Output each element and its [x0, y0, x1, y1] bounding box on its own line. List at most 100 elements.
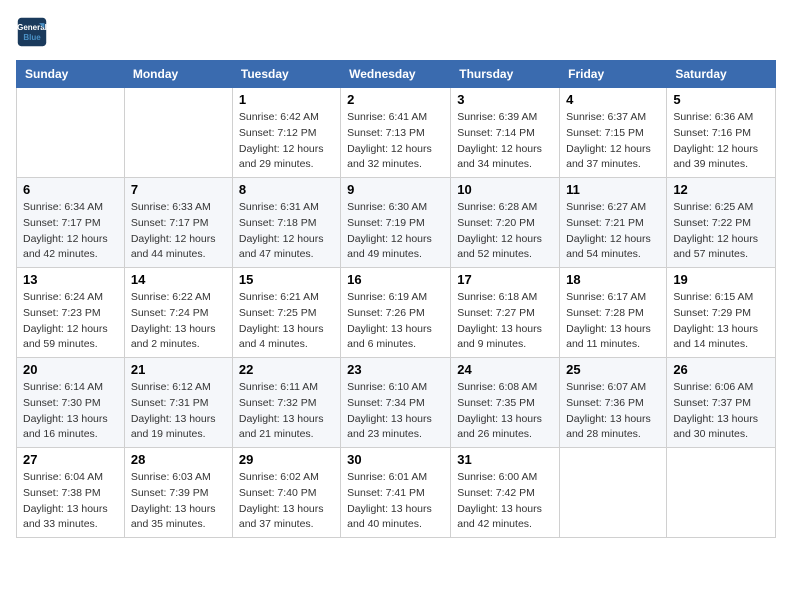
- day-number: 2: [347, 92, 444, 107]
- day-info: Sunrise: 6:02 AMSunset: 7:40 PMDaylight:…: [239, 470, 334, 533]
- day-cell: 31Sunrise: 6:00 AMSunset: 7:42 PMDayligh…: [451, 448, 560, 538]
- daylight-text: Daylight: 12 hours and 47 minutes.: [239, 232, 334, 264]
- day-number: 23: [347, 362, 444, 377]
- day-cell: 1Sunrise: 6:42 AMSunset: 7:12 PMDaylight…: [232, 88, 340, 178]
- daylight-text: Daylight: 12 hours and 52 minutes.: [457, 232, 553, 264]
- sunrise-text: Sunrise: 6:08 AM: [457, 380, 553, 396]
- day-info: Sunrise: 6:15 AMSunset: 7:29 PMDaylight:…: [673, 290, 769, 353]
- sunrise-text: Sunrise: 6:00 AM: [457, 470, 553, 486]
- sunset-text: Sunset: 7:41 PM: [347, 486, 444, 502]
- sunrise-text: Sunrise: 6:37 AM: [566, 110, 660, 126]
- day-cell: [124, 88, 232, 178]
- sunrise-text: Sunrise: 6:22 AM: [131, 290, 226, 306]
- weekday-header-tuesday: Tuesday: [232, 61, 340, 88]
- day-number: 9: [347, 182, 444, 197]
- sunset-text: Sunset: 7:22 PM: [673, 216, 769, 232]
- day-cell: 10 Sunrise: 6:28 AMSunset: 7:20 PMDayligh…: [451, 178, 560, 268]
- day-cell: 30Sunrise: 6:01 AMSunset: 7:41 PMDayligh…: [341, 448, 451, 538]
- day-cell: 6 Sunrise: 6:34 AMSunset: 7:17 PMDaylight…: [17, 178, 125, 268]
- day-cell: [17, 88, 125, 178]
- sunset-text: Sunset: 7:30 PM: [23, 396, 118, 412]
- daylight-text: Daylight: 13 hours and 42 minutes.: [457, 502, 553, 534]
- week-row-3: 13Sunrise: 6:24 AMSunset: 7:23 PMDayligh…: [17, 268, 776, 358]
- weekday-header-wednesday: Wednesday: [341, 61, 451, 88]
- day-info: Sunrise: 6:21 AMSunset: 7:25 PMDaylight:…: [239, 290, 334, 353]
- sunrise-text: Sunrise: 6:17 AM: [566, 290, 660, 306]
- day-cell: 4Sunrise: 6:37 AMSunset: 7:15 PMDaylight…: [560, 88, 667, 178]
- day-cell: 8Sunrise: 6:31 AMSunset: 7:18 PMDaylight…: [232, 178, 340, 268]
- sunset-text: Sunset: 7:16 PM: [673, 126, 769, 142]
- day-cell: 20Sunrise: 6:14 AMSunset: 7:30 PMDayligh…: [17, 358, 125, 448]
- day-cell: 9 Sunrise: 6:30 AMSunset: 7:19 PMDaylight…: [341, 178, 451, 268]
- day-info: Sunrise: 6:10 AMSunset: 7:34 PMDaylight:…: [347, 380, 444, 443]
- day-info: Sunrise: 6:25 AMSunset: 7:22 PMDaylight:…: [673, 200, 769, 263]
- sunset-text: Sunset: 7:28 PM: [566, 306, 660, 322]
- sunset-text: Sunset: 7:24 PM: [131, 306, 226, 322]
- daylight-text: Daylight: 12 hours and 44 minutes.: [131, 232, 226, 264]
- sunrise-text: Sunrise: 6:19 AM: [347, 290, 444, 306]
- sunrise-text: Sunrise: 6:41 AM: [347, 110, 444, 126]
- daylight-text: Daylight: 13 hours and 28 minutes.: [566, 412, 660, 444]
- sunrise-text: Sunrise: 6:15 AM: [673, 290, 769, 306]
- sunset-text: Sunset: 7:20 PM: [457, 216, 553, 232]
- day-number: 29: [239, 452, 334, 467]
- daylight-text: Daylight: 12 hours and 42 minutes.: [23, 232, 118, 264]
- sunrise-text: Sunrise: 6:04 AM: [23, 470, 118, 486]
- sunset-text: Sunset: 7:34 PM: [347, 396, 444, 412]
- daylight-text: Daylight: 12 hours and 29 minutes.: [239, 142, 334, 174]
- daylight-text: Daylight: 13 hours and 19 minutes.: [131, 412, 226, 444]
- daylight-text: Daylight: 13 hours and 40 minutes.: [347, 502, 444, 534]
- sunrise-text: Sunrise: 6:30 AM: [347, 200, 444, 216]
- day-info: Sunrise: 6:24 AMSunset: 7:23 PMDaylight:…: [23, 290, 118, 353]
- day-info: Sunrise: 6:08 AMSunset: 7:35 PMDaylight:…: [457, 380, 553, 443]
- day-cell: 27Sunrise: 6:04 AMSunset: 7:38 PMDayligh…: [17, 448, 125, 538]
- day-cell: 16Sunrise: 6:19 AMSunset: 7:26 PMDayligh…: [341, 268, 451, 358]
- day-cell: 13Sunrise: 6:24 AMSunset: 7:23 PMDayligh…: [17, 268, 125, 358]
- sunrise-text: Sunrise: 6:28 AM: [457, 200, 553, 216]
- daylight-text: Daylight: 12 hours and 37 minutes.: [566, 142, 660, 174]
- day-cell: 17Sunrise: 6:18 AMSunset: 7:27 PMDayligh…: [451, 268, 560, 358]
- day-number: 6: [23, 182, 118, 197]
- daylight-text: Daylight: 12 hours and 49 minutes.: [347, 232, 444, 264]
- day-cell: 5Sunrise: 6:36 AMSunset: 7:16 PMDaylight…: [667, 88, 776, 178]
- day-number: 10: [457, 182, 553, 197]
- daylight-text: Daylight: 13 hours and 23 minutes.: [347, 412, 444, 444]
- day-info: Sunrise: 6:37 AMSunset: 7:15 PMDaylight:…: [566, 110, 660, 173]
- daylight-text: Daylight: 13 hours and 37 minutes.: [239, 502, 334, 534]
- day-cell: 2Sunrise: 6:41 AMSunset: 7:13 PMDaylight…: [341, 88, 451, 178]
- daylight-text: Daylight: 13 hours and 14 minutes.: [673, 322, 769, 354]
- sunset-text: Sunset: 7:21 PM: [566, 216, 660, 232]
- calendar-table: SundayMondayTuesdayWednesdayThursdayFrid…: [16, 60, 776, 538]
- day-number: 1: [239, 92, 334, 107]
- logo: General Blue: [16, 16, 48, 48]
- day-info: Sunrise: 6:31 AMSunset: 7:18 PMDaylight:…: [239, 200, 334, 263]
- sunset-text: Sunset: 7:17 PM: [23, 216, 118, 232]
- week-row-1: 1Sunrise: 6:42 AMSunset: 7:12 PMDaylight…: [17, 88, 776, 178]
- sunset-text: Sunset: 7:40 PM: [239, 486, 334, 502]
- sunrise-text: Sunrise: 6:10 AM: [347, 380, 444, 396]
- day-cell: 26Sunrise: 6:06 AMSunset: 7:37 PMDayligh…: [667, 358, 776, 448]
- sunset-text: Sunset: 7:39 PM: [131, 486, 226, 502]
- weekday-header-row: SundayMondayTuesdayWednesdayThursdayFrid…: [17, 61, 776, 88]
- sunset-text: Sunset: 7:38 PM: [23, 486, 118, 502]
- day-number: 31: [457, 452, 553, 467]
- day-info: Sunrise: 6:30 AMSunset: 7:19 PMDaylight:…: [347, 200, 444, 263]
- day-info: Sunrise: 6:34 AMSunset: 7:17 PMDaylight:…: [23, 200, 118, 263]
- daylight-text: Daylight: 13 hours and 26 minutes.: [457, 412, 553, 444]
- day-info: Sunrise: 6:04 AMSunset: 7:38 PMDaylight:…: [23, 470, 118, 533]
- sunrise-text: Sunrise: 6:34 AM: [23, 200, 118, 216]
- day-number: 19: [673, 272, 769, 287]
- daylight-text: Daylight: 12 hours and 32 minutes.: [347, 142, 444, 174]
- day-info: Sunrise: 6:39 AMSunset: 7:14 PMDaylight:…: [457, 110, 553, 173]
- sunrise-text: Sunrise: 6:12 AM: [131, 380, 226, 396]
- day-cell: 7Sunrise: 6:33 AMSunset: 7:17 PMDaylight…: [124, 178, 232, 268]
- day-number: 17: [457, 272, 553, 287]
- sunset-text: Sunset: 7:25 PM: [239, 306, 334, 322]
- day-cell: 21Sunrise: 6:12 AMSunset: 7:31 PMDayligh…: [124, 358, 232, 448]
- day-info: Sunrise: 6:17 AMSunset: 7:28 PMDaylight:…: [566, 290, 660, 353]
- daylight-text: Daylight: 13 hours and 16 minutes.: [23, 412, 118, 444]
- sunset-text: Sunset: 7:27 PM: [457, 306, 553, 322]
- day-cell: 11Sunrise: 6:27 AMSunset: 7:21 PMDayligh…: [560, 178, 667, 268]
- day-number: 3: [457, 92, 553, 107]
- day-cell: 22Sunrise: 6:11 AMSunset: 7:32 PMDayligh…: [232, 358, 340, 448]
